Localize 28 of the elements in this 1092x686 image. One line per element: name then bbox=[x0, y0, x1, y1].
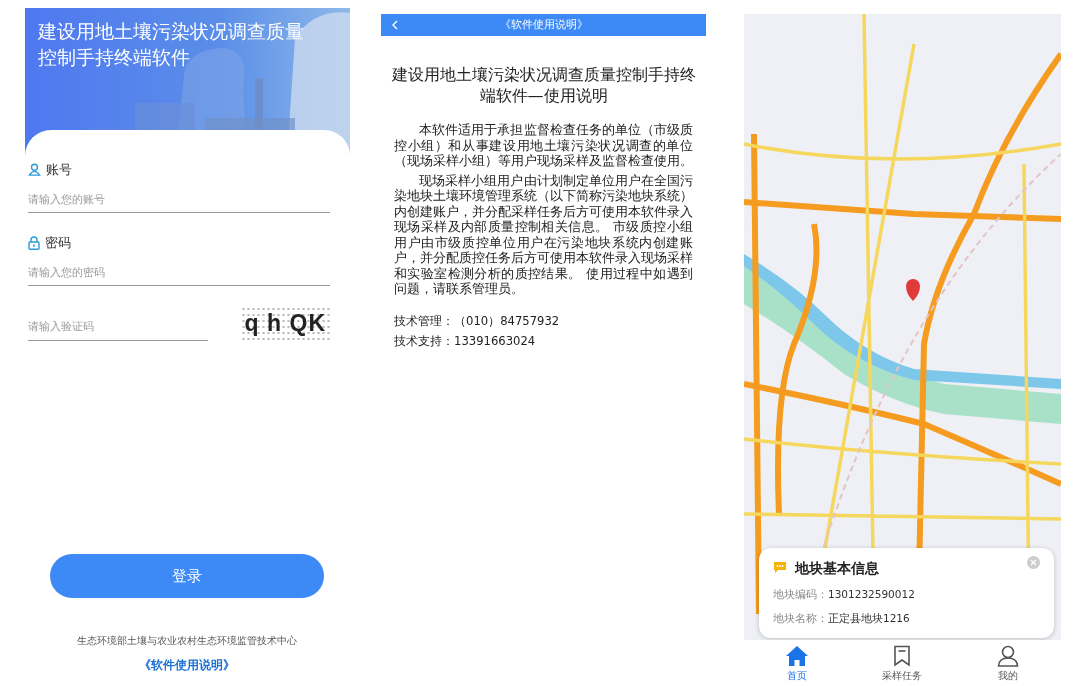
info-row-text: 地块编码：1301232590012 bbox=[773, 587, 916, 602]
user-icon bbox=[997, 645, 1020, 667]
manual-link[interactable]: 《软件使用说明》 bbox=[44, 656, 330, 674]
info-row-text: 地块名称：正定县地块1216 bbox=[773, 611, 911, 626]
account-field[interactable]: 请输入您的账号 bbox=[28, 187, 330, 213]
nav-tab[interactable]: 我的 bbox=[973, 645, 1044, 681]
page-title: 《软件使用说明》 bbox=[499, 16, 589, 33]
nav-tab[interactable]: 首页 bbox=[761, 645, 832, 681]
bookmark-icon bbox=[893, 645, 912, 667]
captcha-image[interactable]: q h QK bbox=[240, 306, 330, 341]
paragraph: 本软件适用于承担监督检查任务的单位（市级质控小组）和从事建设用地土壤污染状况调查的单位（现场采样小组）等用户现场采样及监督检查使用。 bbox=[393, 122, 694, 169]
nav-tab[interactable]: 采样任务 bbox=[867, 645, 938, 681]
contact-text: 技术管理：（010）84757932 bbox=[393, 312, 561, 330]
organization-text: 生态环境部土壤与农业农村生态环境监管技术中心 bbox=[76, 634, 298, 648]
contact-text: 技术支持：13391663024 bbox=[393, 332, 537, 350]
account-label: 账号 bbox=[46, 161, 72, 179]
paragraph: 现场采样小组用户由计划制定单位用户在全国污染地块土壤环境管理系统（以下简称污染地块系统）内创建账户，并分配采样任务后方可使用本软件录入现场采样及内部质量控制相关信息。 市级质控小组用户由市级质控单位用户在污染地块系统内创建账户，并分配质控任务后方可使用本软件录入现场采样和实验室检测分析的质控结果。 使用过程中如遇到问题，请联系管理员。 bbox=[393, 172, 694, 297]
user-icon bbox=[28, 163, 41, 177]
password-field[interactable]: 请输入您的密码 bbox=[28, 260, 330, 286]
password-label: 密码 bbox=[45, 234, 71, 252]
message-icon bbox=[773, 561, 787, 575]
home-icon bbox=[784, 645, 809, 667]
app-title: 建设用地土壤污染状况调查质量控制手持终端软件 bbox=[37, 19, 305, 70]
back-icon[interactable] bbox=[391, 20, 399, 30]
lock-icon bbox=[28, 235, 40, 250]
document-title: 建设用地土壤污染状况调查质量控制手持终端软件—使用说明 bbox=[390, 64, 697, 106]
captcha-field[interactable]: 请输入验证码 bbox=[28, 315, 208, 341]
info-title: 地块基本信息 bbox=[795, 558, 879, 578]
